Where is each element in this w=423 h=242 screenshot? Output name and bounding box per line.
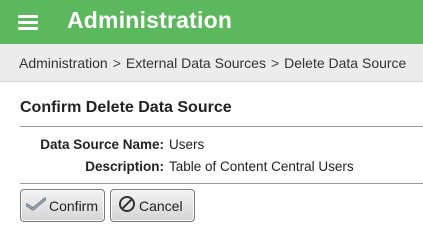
confirm-button-label: Confirm [49, 197, 99, 214]
divider [20, 183, 423, 184]
description-row: Description: Table of Content Central Us… [0, 157, 423, 177]
data-source-name-row: Data Source Name: Users [0, 135, 423, 155]
prohibit-icon [118, 195, 136, 216]
data-source-name-label: Data Source Name: [40, 137, 164, 152]
checkmark-icon [25, 197, 47, 214]
breadcrumb-administration[interactable]: Administration [19, 55, 108, 71]
section-title: Confirm Delete Data Source [20, 99, 232, 116]
breadcrumb-separator: > [270, 55, 280, 71]
breadcrumb-separator: > [112, 55, 121, 71]
description-label: Description: [85, 159, 164, 174]
cancel-button-label: Cancel [139, 197, 183, 214]
data-source-name-value: Users [169, 137, 205, 152]
app-header: Administration [0, 0, 423, 44]
breadcrumb: Administration > External Data Sources > Del… [0, 44, 423, 82]
confirm-button[interactable]: Confirm [20, 189, 105, 222]
page-title: Administration [67, 7, 233, 33]
divider [20, 126, 423, 127]
description-value: Table of Content Central Users [169, 159, 354, 174]
cancel-button[interactable]: Cancel [110, 189, 195, 222]
hamburger-menu-icon[interactable] [18, 15, 38, 30]
breadcrumb-delete-data-source: Delete Data Source [284, 55, 407, 71]
breadcrumb-external-data-sources[interactable]: External Data Sources [126, 55, 266, 71]
